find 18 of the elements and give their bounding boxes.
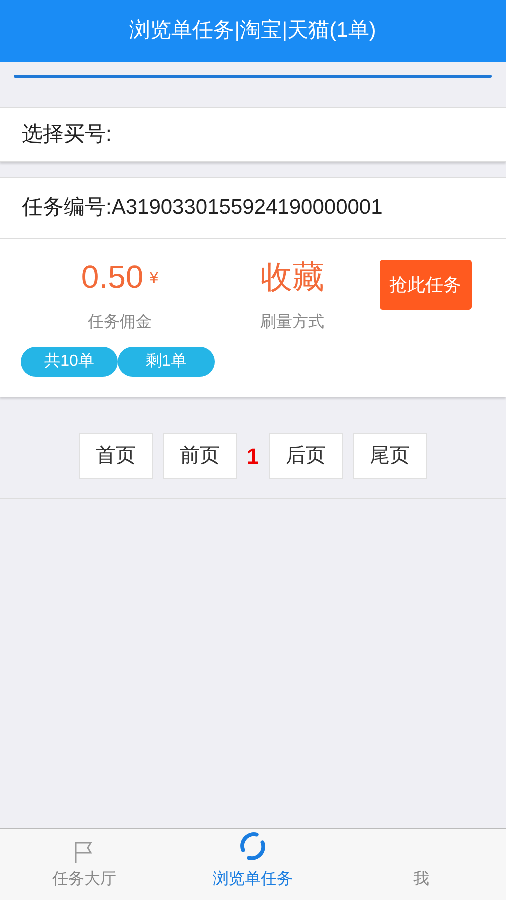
nav-tab[interactable]: 浏览单任务 [168, 829, 338, 900]
method-value: 收藏 [260, 258, 324, 297]
last-page-button[interactable]: 尾页 [353, 433, 428, 479]
method-label: 刷量方式 [260, 312, 324, 333]
task-number: 任务编号:A3190330155924190000001 [22, 195, 383, 222]
flag-icon [73, 840, 96, 864]
buyer-label: 选择买号: [22, 122, 112, 148]
current-page: 1 [246, 442, 260, 470]
next-page-button[interactable]: 后页 [269, 433, 344, 479]
order-count-tag: 剩1单 [118, 347, 215, 377]
prev-page-button[interactable]: 前页 [162, 433, 237, 479]
currency-symbol: ¥ [150, 269, 159, 289]
buyer-select[interactable]: 选择买号: [0, 107, 506, 162]
first-page-button[interactable]: 首页 [78, 433, 153, 479]
order-count-tag: 共10单 [21, 347, 118, 377]
header-title: 浏览单任务|淘宝|天猫(1单) [130, 18, 376, 44]
commission-amount: 0.50 [81, 258, 144, 297]
commission-label: 任务佣金 [88, 313, 152, 333]
